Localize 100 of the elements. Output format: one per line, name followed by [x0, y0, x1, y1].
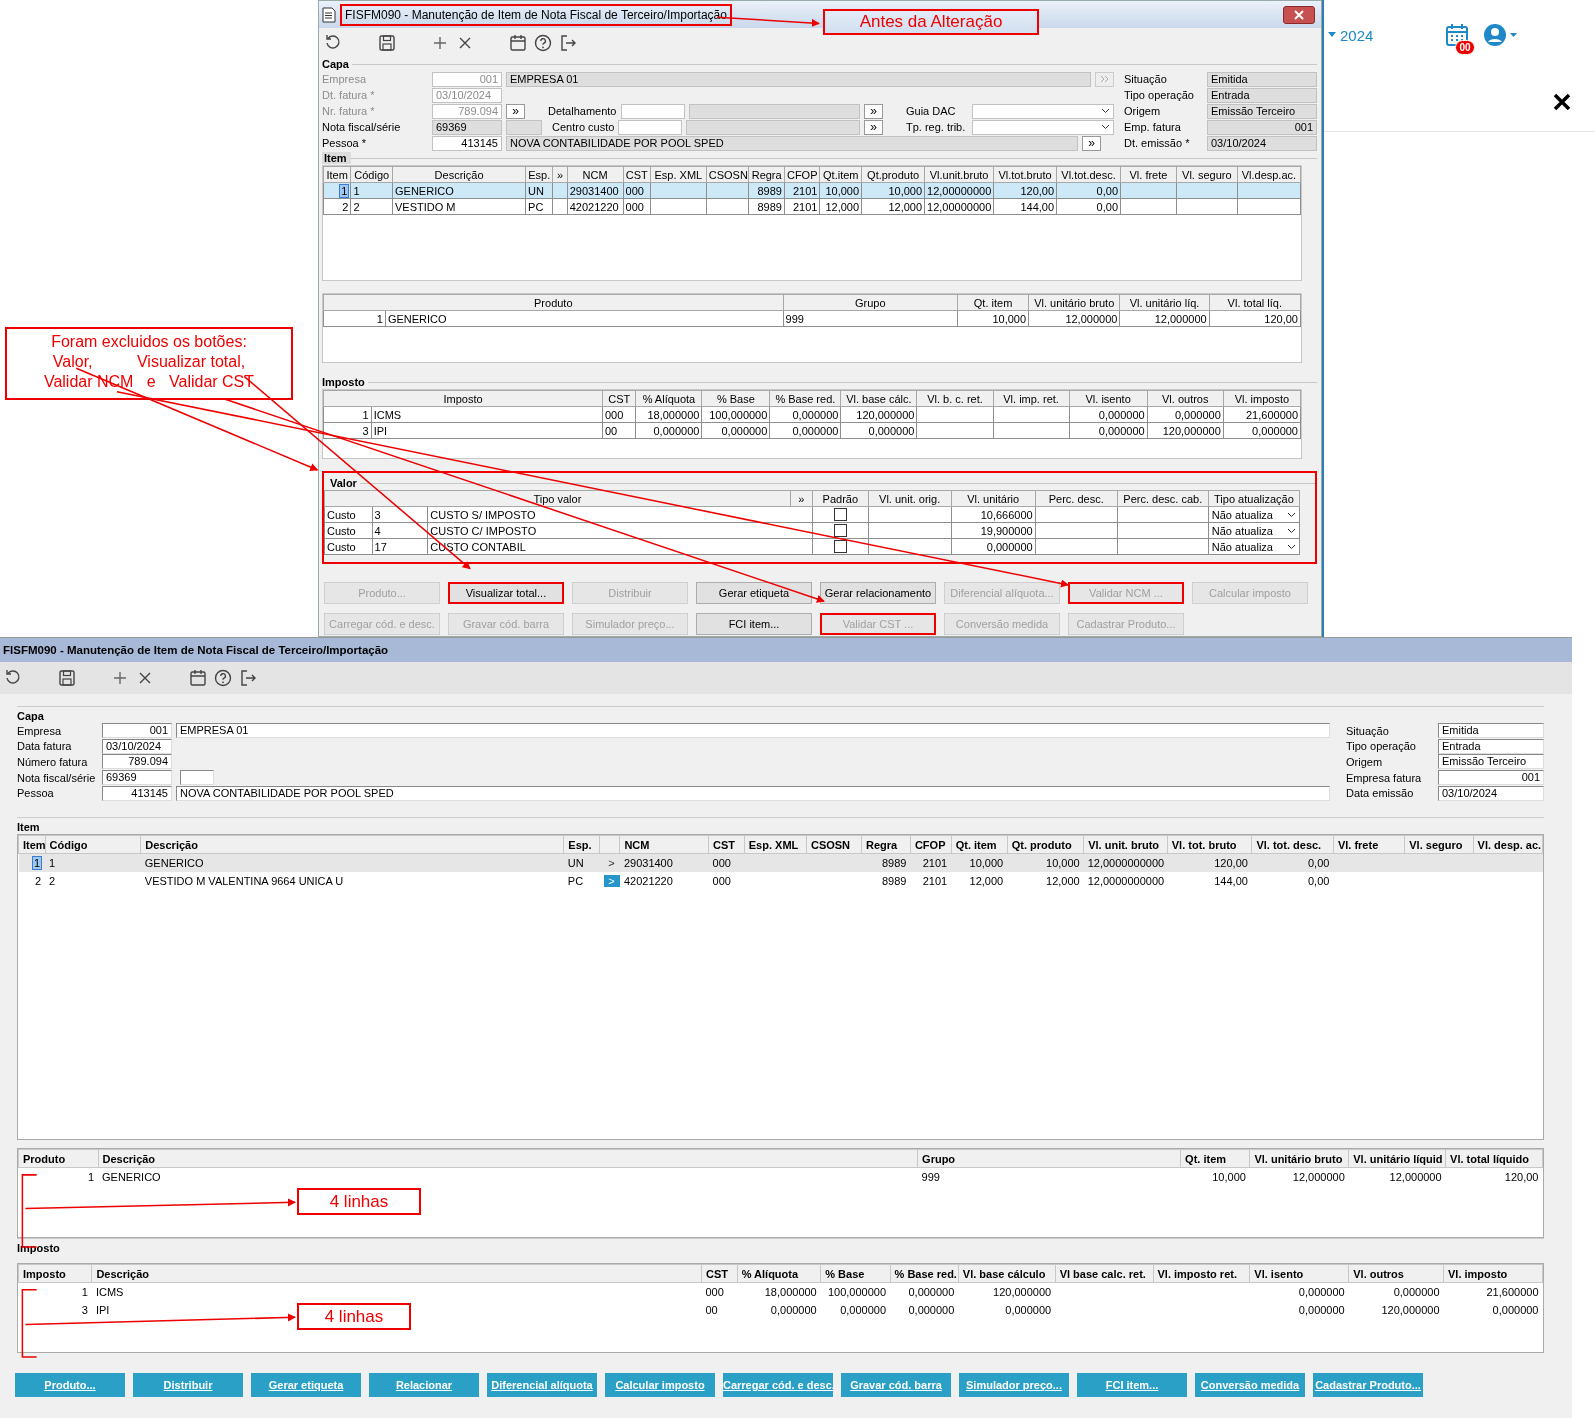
column-header[interactable]: Esp. — [563, 835, 600, 854]
column-header[interactable]: CST — [708, 835, 745, 854]
exit-icon[interactable] — [238, 668, 258, 688]
column-header[interactable]: Produto — [323, 294, 784, 311]
input-field[interactable]: 413145 — [432, 135, 502, 151]
column-header[interactable]: Esp. XML — [650, 166, 707, 183]
column-header[interactable]: Regra — [748, 166, 785, 183]
input-field[interactable]: EMPRESA 01 — [506, 71, 1091, 87]
column-header[interactable]: Qt.produto — [861, 166, 925, 183]
save-icon[interactable] — [57, 668, 77, 688]
column-header[interactable]: Tipo atualização — [1208, 490, 1300, 507]
column-header[interactable]: % Base — [820, 1264, 891, 1283]
column-header[interactable]: % Base red. — [769, 390, 841, 407]
column-header[interactable]: CST — [701, 1264, 738, 1283]
column-header[interactable]: Vl. unitário bruto — [1249, 1149, 1349, 1168]
input-field[interactable]: 413145 — [102, 785, 172, 801]
more-button[interactable]: » — [864, 119, 883, 135]
column-header[interactable]: Vl. seguro — [1404, 835, 1474, 854]
table-row[interactable]: 1 1 GENERICO UN > 29031400 000 8989 2101 10,000 10,000 12,0000000000 120,00 0,00 — [18, 853, 1543, 872]
checkbox[interactable] — [833, 540, 847, 554]
input-field[interactable]: 69369 — [432, 119, 502, 135]
column-header[interactable]: Padrão — [812, 490, 869, 507]
input-field[interactable]: Emissão Terceiro — [1207, 103, 1317, 119]
column-header[interactable]: Descrição — [98, 1149, 918, 1168]
column-header[interactable]: Vl. tot. desc. — [1251, 835, 1334, 854]
column-header[interactable]: Vl. base cálculo — [958, 1264, 1056, 1283]
input-field[interactable]: NOVA CONTABILIDADE POR POOL SPED — [506, 135, 1078, 151]
input-field[interactable]: 03/10/2024 — [1207, 135, 1317, 151]
column-header[interactable]: Vl. imposto — [1443, 1264, 1543, 1283]
checkbox[interactable] — [833, 524, 847, 538]
action-button[interactable]: Gerar etiqueta — [696, 582, 812, 604]
input-field[interactable]: Entrada — [1207, 87, 1317, 103]
column-header[interactable]: % Base red. — [890, 1264, 959, 1283]
column-header[interactable]: CFOP — [910, 835, 952, 854]
column-header[interactable]: Qt.item — [819, 166, 862, 183]
column-header[interactable]: Qt. item — [957, 294, 1029, 311]
column-header[interactable]: Imposto — [323, 390, 603, 407]
column-header[interactable]: Vl. isento — [1069, 390, 1148, 407]
input-field[interactable] — [618, 119, 683, 135]
help-icon[interactable] — [213, 668, 233, 688]
column-header[interactable]: Vl. frete — [1333, 835, 1405, 854]
more-button[interactable]: » — [864, 103, 883, 119]
column-header[interactable]: » — [790, 490, 813, 507]
input-field[interactable]: NOVA CONTABILIDADE POR POOL SPED — [176, 785, 1330, 801]
column-header[interactable]: CST — [602, 390, 636, 407]
input-field[interactable] — [506, 119, 542, 135]
column-header[interactable]: Vl. tot. bruto — [1167, 835, 1252, 854]
column-header[interactable]: Vl. base cálc. — [840, 390, 917, 407]
calendar-icon[interactable] — [508, 32, 528, 53]
column-header[interactable]: Vl. desp. ac. — [1473, 835, 1543, 854]
column-header[interactable]: CFOP — [784, 166, 820, 183]
dropdown[interactable]: Não atualiza — [1209, 540, 1299, 553]
column-header[interactable]: Perc. desc. cab. — [1117, 490, 1209, 507]
column-header[interactable]: Vl. imposto ret. — [1153, 1264, 1250, 1283]
column-header[interactable]: Vl. outros — [1348, 1264, 1444, 1283]
column-header[interactable]: Vl. unit. orig. — [868, 490, 952, 507]
input-field[interactable]: Emitida — [1207, 71, 1317, 87]
more-button[interactable]: » — [1082, 135, 1101, 151]
input-field[interactable]: 001 — [1438, 770, 1544, 786]
column-header[interactable]: Qt. produto — [1007, 835, 1084, 854]
select-field[interactable] — [972, 119, 1114, 135]
column-header[interactable]: Vl. unit. bruto — [1083, 835, 1168, 854]
column-header[interactable]: CST — [623, 166, 651, 183]
action-button[interactable]: FCI item... — [696, 613, 812, 635]
input-field[interactable] — [688, 103, 860, 119]
column-header[interactable]: Grupo — [917, 1149, 1181, 1168]
input-field[interactable]: 001 — [102, 723, 172, 739]
column-header[interactable]: % Alíquota — [737, 1264, 821, 1283]
column-header[interactable]: Vl. outros — [1147, 390, 1224, 407]
input-field[interactable]: 03/10/2024 — [102, 738, 172, 754]
column-header[interactable]: Vl.unit.bruto — [924, 166, 994, 183]
calendar-icon[interactable] — [188, 668, 208, 688]
column-header[interactable]: Vl. unitário líq. — [1119, 294, 1210, 311]
column-header[interactable]: Esp. XML — [744, 835, 807, 854]
column-header[interactable]: Vl.desp.ac. — [1237, 166, 1301, 183]
column-header[interactable]: Vl. imposto — [1223, 390, 1301, 407]
input-field[interactable]: 001 — [1207, 119, 1317, 135]
column-header[interactable]: Vl. imp. ret. — [993, 390, 1070, 407]
close-icon[interactable] — [1552, 92, 1572, 112]
column-header[interactable]: NCM — [567, 166, 623, 183]
column-header[interactable]: Item — [323, 166, 351, 183]
column-header[interactable]: NCM — [619, 835, 709, 854]
column-header[interactable]: Grupo — [783, 294, 958, 311]
column-header[interactable]: Descrição — [91, 1264, 702, 1283]
input-field[interactable]: Emissão Terceiro — [1438, 754, 1544, 770]
action-button[interactable]: Visualizar total... — [448, 582, 564, 604]
column-header[interactable]: Vl. unitário bruto — [1028, 294, 1120, 311]
column-header[interactable]: Código — [350, 166, 393, 183]
input-field[interactable]: Emitida — [1438, 723, 1544, 739]
column-header[interactable]: Vl. frete — [1120, 166, 1177, 183]
column-header[interactable]: Vl.tot.bruto — [993, 166, 1057, 183]
column-header[interactable]: CSOSN — [806, 835, 862, 854]
input-field[interactable]: 789.094 — [102, 754, 172, 770]
column-header[interactable]: Tipo valor — [324, 490, 791, 507]
column-header[interactable]: Perc. desc. — [1035, 490, 1118, 507]
input-field[interactable]: 03/10/2024 — [1438, 785, 1544, 801]
column-header[interactable]: Descrição — [140, 835, 564, 854]
table-row[interactable]: 1 1 GENERICO UN 29031400 000 8989 2101 10,000 10,000 12,00000000 120,00 0,00 — [323, 182, 1301, 199]
column-header[interactable]: Código — [45, 835, 141, 854]
exit-icon[interactable] — [558, 32, 578, 53]
